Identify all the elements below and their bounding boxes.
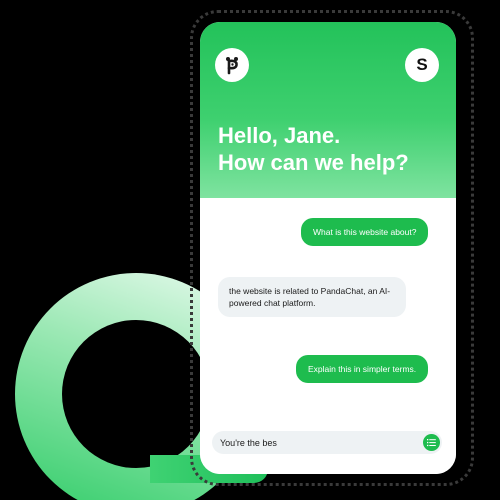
bot-message: the website is related to PandaChat, an … (218, 277, 406, 317)
stage: S Hello, Jane. How can we help? What is … (0, 0, 500, 500)
user-avatar[interactable]: S (405, 48, 439, 82)
pandachat-logo-icon (215, 48, 249, 82)
message-list: What is this website about? the website … (200, 198, 456, 474)
avatar-initial: S (416, 55, 428, 74)
message-composer (212, 431, 442, 454)
greeting: Hello, Jane. How can we help? (218, 122, 409, 176)
send-button[interactable] (423, 434, 440, 451)
greeting-line-1: Hello, Jane. (218, 123, 341, 148)
user-message: Explain this in simpler terms. (296, 355, 429, 383)
user-message: What is this website about? (301, 218, 429, 246)
chat-header: S Hello, Jane. How can we help? (200, 22, 456, 198)
greeting-line-2: How can we help? (218, 150, 409, 175)
chat-widget: S Hello, Jane. How can we help? What is … (200, 22, 456, 474)
menu-lines-icon (427, 439, 436, 447)
message-input[interactable] (220, 435, 410, 450)
